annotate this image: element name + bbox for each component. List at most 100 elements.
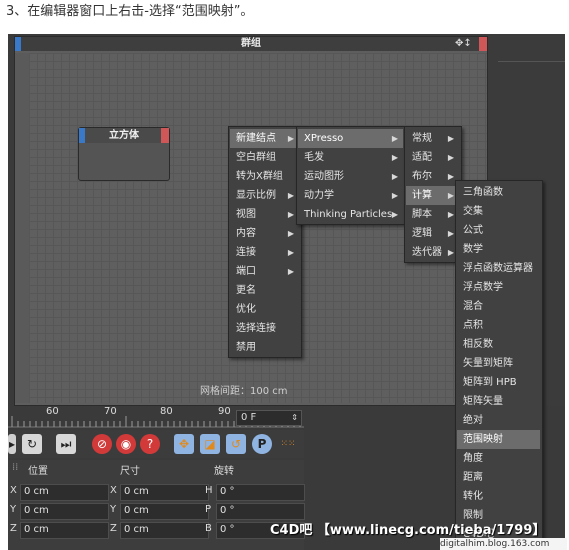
calculate-item[interactable]: 绝对	[457, 411, 540, 430]
axis-label: B	[205, 523, 212, 534]
move-keys-icon[interactable]: ✥	[174, 434, 194, 454]
context-menu-item-label: 选择连接	[236, 323, 276, 334]
calculate-item[interactable]: 角度	[457, 449, 540, 468]
xpresso-item[interactable]: 常规 ▶	[406, 129, 459, 148]
editor-left-margin	[15, 53, 29, 403]
context-menu-item[interactable]: 显示比例 ▶	[230, 186, 299, 205]
spin-arrows-icon[interactable]: ⇕	[291, 411, 298, 425]
submenu-arrow-icon: ▶	[391, 134, 398, 143]
context-menu-item[interactable]: 更名	[230, 281, 299, 300]
context-menu-item[interactable]: 优化	[230, 300, 299, 319]
xpresso-item[interactable]: 布尔 ▶	[406, 167, 459, 186]
position-x-value: 0 cm	[24, 486, 49, 497]
new-node-item[interactable]: 毛发 ▶	[298, 148, 403, 167]
tick-label: 60	[46, 406, 59, 417]
scale-keys-icon[interactable]: ◪	[200, 434, 220, 454]
calculate-item[interactable]: 公式	[457, 221, 540, 240]
context-menu-item-label: 转为X群组	[236, 171, 283, 182]
context-menu-item[interactable]: 选择连接	[230, 319, 299, 338]
context-menu: 新建结点 ▶ 空白群组转为X群组显示比例 ▶ 视图 ▶ 内容 ▶ 连接 ▶ 端口 ▶ 更名优化选择连接禁…	[228, 126, 302, 358]
editor-titlebar[interactable]: 群组 ✥↕	[15, 37, 487, 51]
calculate-item[interactable]: 数学	[457, 240, 540, 259]
instruction-caption: 3、在编辑器窗口上右击-选择“范围映射”。	[6, 4, 254, 19]
axis-label: Z	[110, 523, 117, 534]
node-output-port[interactable]	[161, 128, 169, 143]
size-y-value: 0 cm	[124, 505, 149, 516]
position-y-field[interactable]: 0 cm	[20, 503, 109, 520]
size-y-field[interactable]: 0 cm	[120, 503, 209, 520]
calculate-item[interactable]: 浮点函数运算器	[457, 259, 540, 278]
xpresso-item[interactable]: 适配 ▶	[406, 148, 459, 167]
position-z-field[interactable]: 0 cm	[20, 522, 109, 539]
position-y-value: 0 cm	[24, 505, 49, 516]
record-icon[interactable]: ⊘	[92, 434, 112, 454]
node-header[interactable]: 立方体	[79, 128, 169, 143]
calculate-item[interactable]: 混合	[457, 297, 540, 316]
parameter-icon[interactable]: P	[252, 434, 272, 454]
play-icon[interactable]: ▸	[8, 434, 16, 454]
submenu-arrow-icon: ▶	[447, 172, 454, 181]
new-node-item[interactable]: 动力学 ▶	[298, 186, 403, 205]
calculate-item-label: 浮点数学	[463, 282, 503, 293]
new-node-item[interactable]: XPresso ▶	[298, 129, 403, 148]
context-menu-item[interactable]: 新建结点 ▶	[230, 129, 299, 148]
calculate-item[interactable]: 矩阵矢量	[457, 392, 540, 411]
submenu-arrow-icon: ▶	[447, 191, 454, 200]
goto-end-icon[interactable]: ⏭	[56, 434, 76, 454]
loop-icon[interactable]: ↻	[22, 434, 42, 454]
axis-label: X	[10, 485, 17, 496]
calculate-item[interactable]: 点积	[457, 316, 540, 335]
submenu-arrow-icon: ▶	[391, 153, 398, 162]
calculate-item[interactable]: 三角函数	[457, 183, 540, 202]
calculate-item-label: 三角函数	[463, 187, 503, 198]
calculate-item[interactable]: 浮点数学	[457, 278, 540, 297]
xpresso-item[interactable]: 计算 ▶	[406, 186, 459, 205]
node-input-port[interactable]	[79, 128, 85, 143]
rotation-h-field[interactable]: 0 °	[216, 484, 305, 501]
submenu-arrow-icon: ▶	[391, 210, 398, 219]
xpresso-item[interactable]: 迭代器 ▶	[406, 243, 459, 262]
cube-node[interactable]: 立方体	[78, 127, 170, 181]
calculate-item-label: 矩阵到 HPB	[463, 377, 517, 388]
submenu-arrow-icon: ▶	[391, 191, 398, 200]
context-menu-item[interactable]: 空白群组	[230, 148, 299, 167]
new-node-item[interactable]: Thinking Particles ▶	[298, 205, 403, 224]
context-menu-item[interactable]: 视图 ▶	[230, 205, 299, 224]
context-menu-item-label: 视图	[236, 209, 256, 220]
rotate-keys-icon[interactable]: ↺	[226, 434, 246, 454]
context-menu-item[interactable]: 内容 ▶	[230, 224, 299, 243]
panel-grip-icon: ⁞⁞	[12, 462, 19, 473]
axis-label: P	[205, 504, 212, 515]
calculate-item[interactable]: 交集	[457, 202, 540, 221]
context-menu-item[interactable]: 禁用	[230, 338, 299, 357]
rotation-p-field[interactable]: 0 °	[216, 503, 305, 520]
new-node-item[interactable]: 运动图形 ▶	[298, 167, 403, 186]
auto-key-icon[interactable]: ◉	[116, 434, 136, 454]
xpresso-item-label: 适配	[412, 152, 432, 163]
calculate-item[interactable]: 矢量到矩阵	[457, 354, 540, 373]
size-z-field[interactable]: 0 cm	[120, 522, 209, 539]
xpresso-item[interactable]: 脚本 ▶	[406, 205, 459, 224]
xpresso-item[interactable]: 逻辑 ▶	[406, 224, 459, 243]
context-menu-item-label: 优化	[236, 304, 256, 315]
size-x-field[interactable]: 0 cm	[120, 484, 209, 501]
output-port-bar[interactable]	[479, 37, 487, 51]
help-icon[interactable]: ?	[140, 434, 160, 454]
calculate-item-label: 相反数	[463, 339, 493, 350]
calculate-item[interactable]: 距离	[457, 468, 540, 487]
calculate-item-label: 矩阵矢量	[463, 396, 503, 407]
calculate-item[interactable]: 范围映射	[457, 430, 540, 449]
context-menu-item[interactable]: 转为X群组	[230, 167, 299, 186]
context-menu-item[interactable]: 端口 ▶	[230, 262, 299, 281]
axis-label: Y	[110, 504, 117, 515]
calculate-item[interactable]: 转化	[457, 487, 540, 506]
calculate-item[interactable]: 矩阵到 HPB	[457, 373, 540, 392]
context-menu-item-label: 新建结点	[236, 133, 276, 144]
position-x-field[interactable]: 0 cm	[20, 484, 109, 501]
move-icon[interactable]: ✥↕	[455, 37, 477, 51]
context-menu-item[interactable]: 连接 ▶	[230, 243, 299, 262]
tick-label: 80	[160, 406, 173, 417]
grid-dots-icon[interactable]: ⁙⁙	[278, 434, 298, 454]
current-frame-field[interactable]: 0 F ⇕	[236, 410, 302, 426]
calculate-item[interactable]: 相反数	[457, 335, 540, 354]
